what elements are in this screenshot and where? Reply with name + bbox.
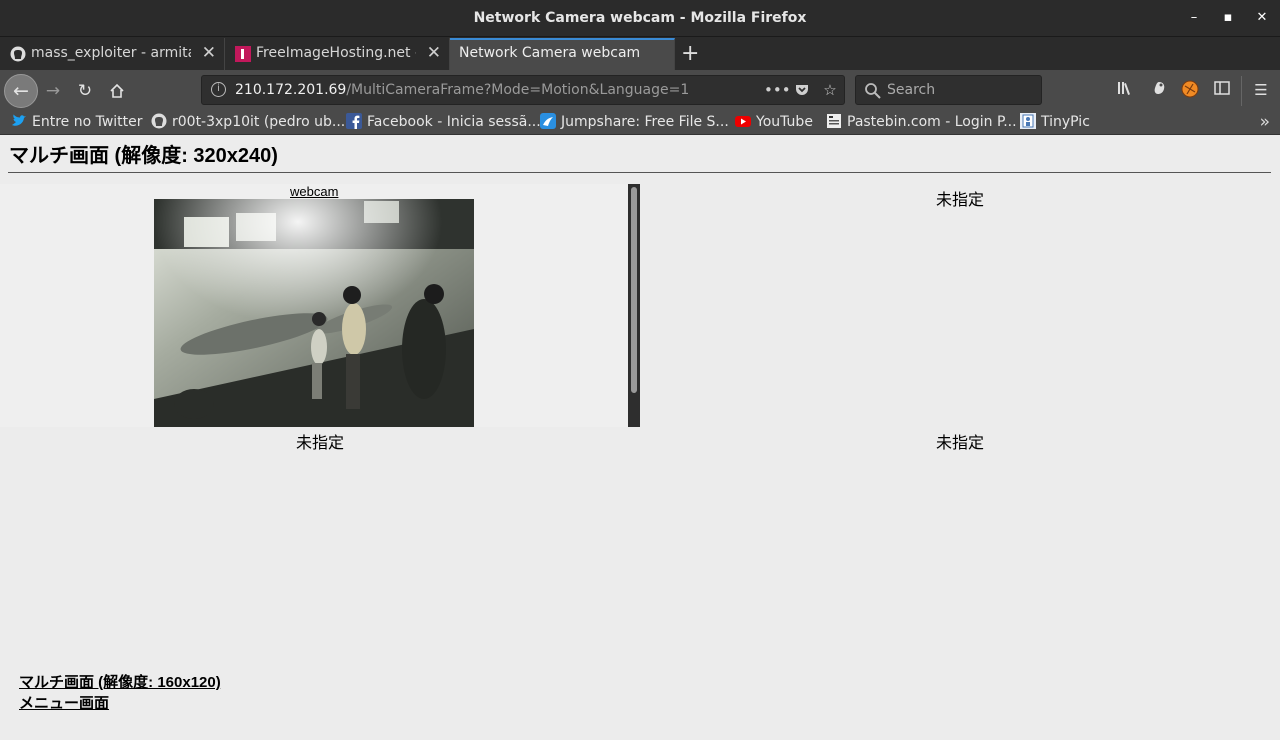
link-multi-screen-160x120[interactable]: マルチ画面 (解像度: 160x120) (19, 672, 221, 693)
camera-frame-4-unassigned: 未指定 (935, 435, 984, 452)
menu-hamburger-icon[interactable]: ☰ (1251, 80, 1271, 100)
home-icon (110, 83, 124, 98)
jumpshare-icon (540, 113, 556, 129)
youtube-icon (735, 116, 751, 127)
address-bar[interactable]: i 210.172.201.69/MultiCameraFrame?Mode=M… (201, 75, 845, 105)
camera-image[interactable] (154, 199, 474, 427)
forward-button[interactable]: → (40, 78, 66, 104)
bookmark-label: YouTube (756, 114, 813, 130)
url-host: 210.172.201.69 (235, 82, 347, 98)
pastebin-icon (827, 114, 841, 128)
tab-mass-exploiter[interactable]: mass_exploiter - armitag ✕ (0, 38, 225, 70)
tab-freeimagehosting[interactable]: FreeImageHosting.net - I ✕ (225, 38, 450, 70)
tab-label: FreeImageHosting.net - I (256, 45, 416, 61)
new-tab-button[interactable]: + (681, 41, 699, 66)
extension-gnome-icon[interactable] (1149, 80, 1169, 100)
divider (8, 172, 1271, 173)
github-icon (151, 113, 167, 129)
bookmark-star-icon[interactable]: ☆ (820, 80, 840, 100)
link-menu-screen[interactable]: メニュー画面 (19, 693, 221, 714)
page-actions-icon[interactable]: ••• (764, 80, 791, 100)
page-content: マルチ画面 (解像度: 320x240) webcam 未指定 未指定 未指定 … (0, 136, 1280, 740)
close-tab-icon[interactable]: ✕ (427, 43, 441, 63)
facebook-icon (346, 113, 362, 129)
camera-frame-2-unassigned: 未指定 (935, 192, 984, 209)
tab-label: Network Camera webcam (459, 45, 641, 61)
home-button[interactable] (104, 78, 130, 104)
navigation-toolbar: ← → ↻ i 210.172.201.69/MultiCameraFrame?… (0, 70, 1280, 111)
minimize-button[interactable]: – (1185, 9, 1203, 27)
close-window-button[interactable]: ✕ (1253, 9, 1271, 27)
freeimagehosting-icon (235, 46, 251, 62)
search-bar[interactable] (855, 75, 1042, 105)
url-path: /MultiCameraFrame?Mode=Motion&Language=1 (346, 82, 690, 98)
github-icon (10, 46, 26, 62)
camera-link-webcam[interactable]: webcam (290, 184, 338, 199)
scrollbar-thumb[interactable] (631, 187, 637, 393)
bookmark-facebook[interactable]: Facebook - Inicia sessã... (346, 113, 541, 133)
back-button[interactable]: ← (4, 74, 38, 108)
maximize-button[interactable]: ▪ (1219, 9, 1237, 27)
search-input[interactable] (887, 81, 1037, 99)
camera-feed-picture (154, 199, 474, 427)
bookmark-label: r00t-3xp10it (pedro ub... (172, 114, 346, 130)
library-icon[interactable] (1116, 80, 1136, 100)
frame-scrollbar[interactable] (628, 184, 640, 427)
bookmark-label: Jumpshare: Free File S... (561, 114, 729, 130)
bookmark-label: TinyPic (1041, 114, 1090, 130)
bookmark-pastebin[interactable]: Pastebin.com - Login P... (826, 113, 1017, 133)
url-text[interactable]: 210.172.201.69/MultiCameraFrame?Mode=Mot… (235, 82, 689, 98)
reload-button[interactable]: ↻ (72, 78, 98, 104)
bookmark-youtube[interactable]: YouTube (735, 113, 813, 133)
tab-label: mass_exploiter - armitag (31, 45, 191, 61)
bookmark-label: Pastebin.com - Login P... (847, 114, 1017, 130)
camera-frame-3-unassigned: 未指定 (295, 435, 344, 452)
pocket-icon[interactable] (792, 80, 812, 100)
bookmark-label: Facebook - Inicia sessã... (367, 114, 541, 130)
window-title: Network Camera webcam - Mozilla Firefox (473, 10, 807, 26)
bookmark-tinypic[interactable]: TinyPic (1020, 113, 1090, 133)
bookmark-label: Entre no Twitter (32, 114, 143, 130)
bookmark-jumpshare[interactable]: Jumpshare: Free File S... (540, 113, 729, 133)
bookmark-twitter[interactable]: Entre no Twitter (11, 113, 143, 133)
site-info-icon[interactable]: i (211, 82, 226, 97)
window-titlebar: Network Camera webcam - Mozilla Firefox … (0, 0, 1280, 37)
search-icon (865, 83, 881, 99)
sidebar-icon[interactable] (1212, 80, 1232, 100)
tab-network-camera[interactable]: Network Camera webcam (450, 38, 675, 70)
toolbar-divider (1241, 76, 1242, 106)
tinypic-icon (1020, 113, 1036, 129)
tab-strip: mass_exploiter - armitag ✕ FreeImageHost… (0, 37, 1280, 70)
close-tab-icon[interactable]: ✕ (202, 43, 216, 63)
footer-links: マルチ画面 (解像度: 160x120) メニュー画面 (19, 672, 221, 714)
camera-frame-1: webcam (0, 184, 640, 427)
bookmark-github[interactable]: r00t-3xp10it (pedro ub... (151, 113, 345, 133)
page-title: マルチ画面 (解像度: 320x240) (9, 145, 278, 167)
extension-orange-icon[interactable] (1180, 80, 1200, 100)
twitter-icon (12, 114, 26, 126)
bookmarks-overflow-icon[interactable]: » (1260, 112, 1270, 132)
bookmarks-toolbar: Entre no Twitter r00t-3xp10it (pedro ub.… (0, 111, 1280, 135)
